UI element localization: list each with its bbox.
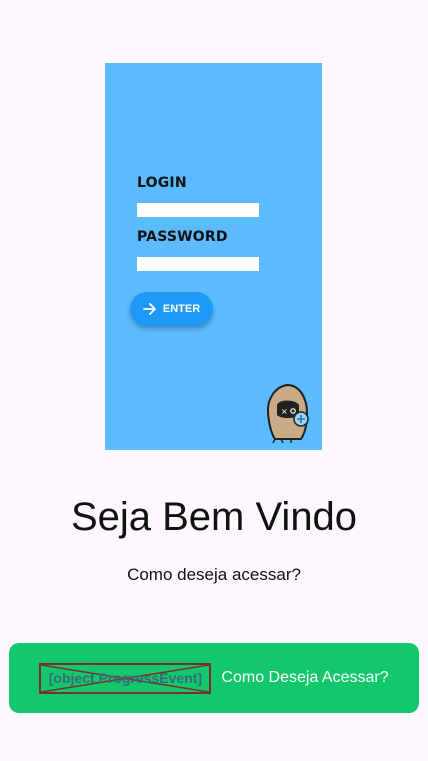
password-field-illustration (137, 257, 259, 271)
hooded-mascot-icon: × (266, 383, 309, 443)
access-button-label: Como Deseja Acessar? (221, 669, 389, 686)
password-label: PASSWORD (137, 229, 228, 245)
access-button[interactable]: [object ProgressEvent] Como Deseja Acess… (9, 643, 419, 713)
svg-text:×: × (281, 407, 288, 416)
enter-label: ENTER (162, 303, 201, 315)
broken-image-placeholder: [object ProgressEvent] (39, 662, 212, 694)
welcome-title: Seja Bem Vindo (70, 495, 358, 539)
welcome-subtitle: Como deseja acessar? (127, 565, 301, 584)
hero-illustration: LOGIN PASSWORD ENTER × (105, 63, 322, 450)
broken-image-alt-text: [object ProgressEvent] (48, 670, 203, 686)
arrow-right-icon (142, 303, 156, 315)
login-field-illustration (137, 203, 259, 217)
enter-button-illustration: ENTER (130, 292, 213, 326)
login-label: LOGIN (137, 175, 187, 191)
